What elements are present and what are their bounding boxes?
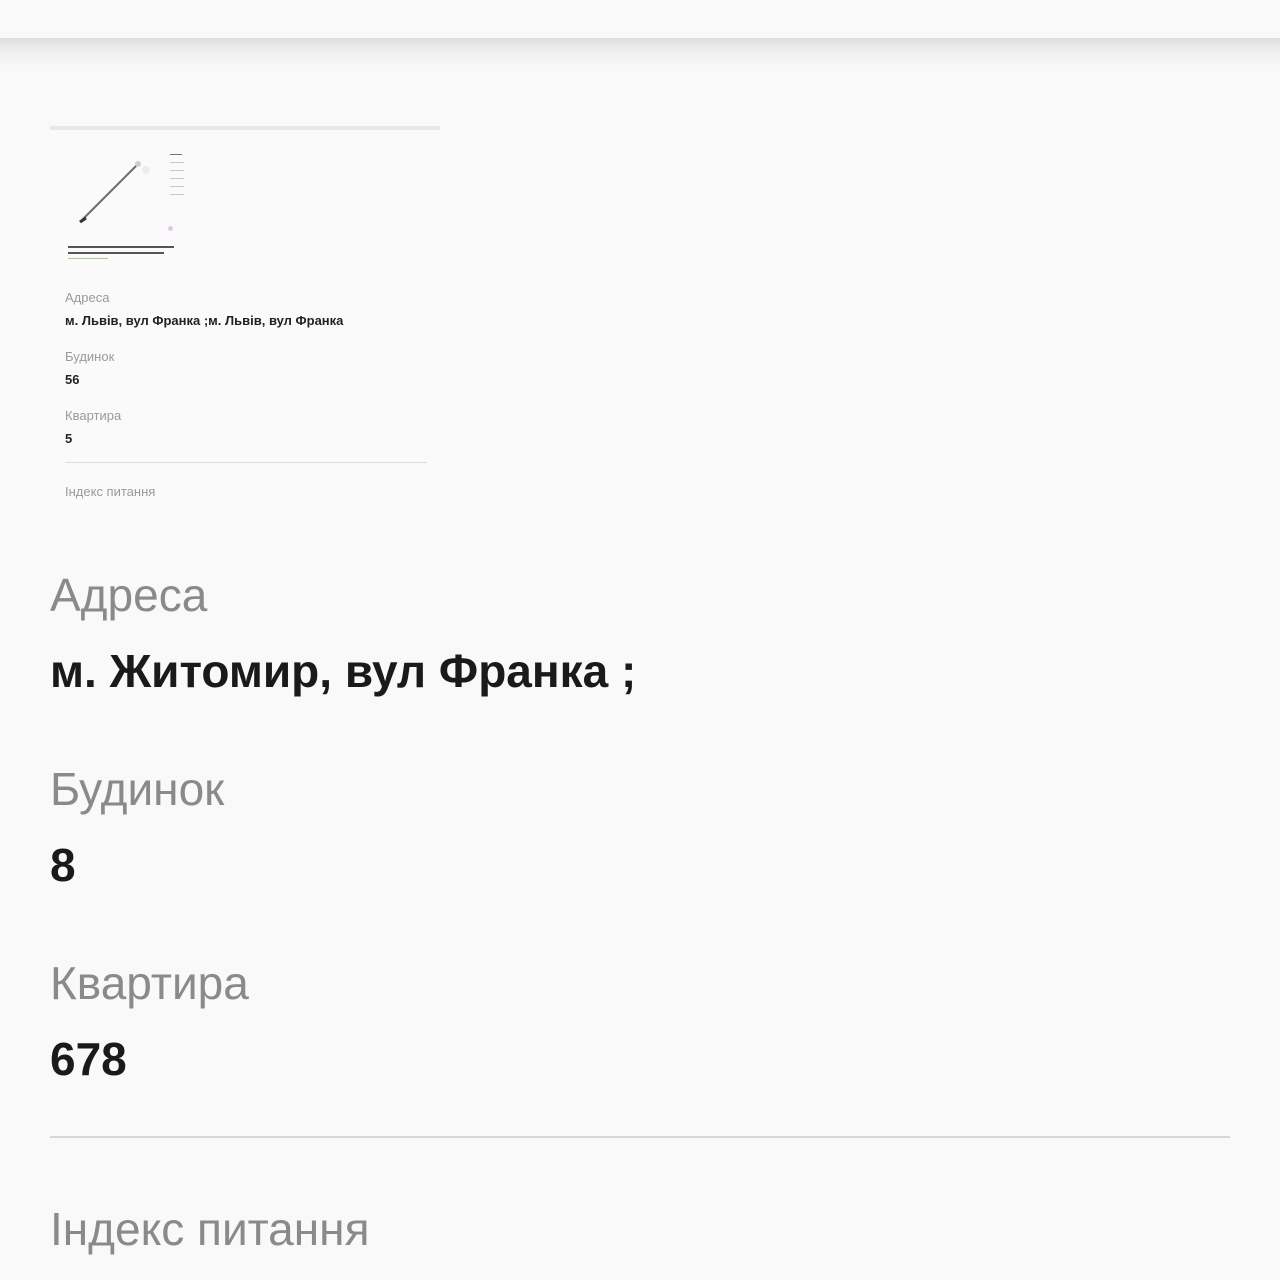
thumbnail-divider bbox=[65, 462, 427, 463]
attachment-thumbnail[interactable]: Адреса м. Львів, вул Франка ;м. Львів, в… bbox=[50, 126, 440, 506]
thumbnail-apartment-value: 5 bbox=[65, 431, 73, 446]
thumbnail-dot-icon bbox=[168, 226, 173, 231]
thumbnail-address-value: м. Львів, вул Франка ;м. Львів, вул Фран… bbox=[65, 313, 344, 328]
address-value[interactable]: м. Житомир, вул Франка ; bbox=[50, 648, 636, 694]
thumbnail-sidebar bbox=[170, 154, 190, 202]
house-label: Будинок bbox=[50, 763, 225, 815]
apartment-label: Квартира bbox=[50, 957, 249, 1009]
section-divider bbox=[50, 1136, 1230, 1138]
thumbnail-address-label: Адреса bbox=[65, 290, 110, 305]
thumbnail-apartment-label: Квартира bbox=[65, 408, 122, 423]
apartment-value[interactable]: 678 bbox=[50, 1036, 127, 1082]
thumbnail-house-label: Будинок bbox=[65, 349, 115, 364]
house-value[interactable]: 8 bbox=[50, 842, 76, 888]
index-label: Індекс питання bbox=[50, 1203, 370, 1255]
thumbnail-house-value: 56 bbox=[65, 372, 80, 387]
top-app-bar bbox=[0, 38, 1280, 66]
thumbnail-top-divider bbox=[50, 126, 440, 130]
address-label: Адреса bbox=[50, 569, 208, 621]
thumbnail-caption bbox=[68, 246, 178, 263]
thumbnail-index-label: Індекс питання bbox=[65, 484, 156, 499]
